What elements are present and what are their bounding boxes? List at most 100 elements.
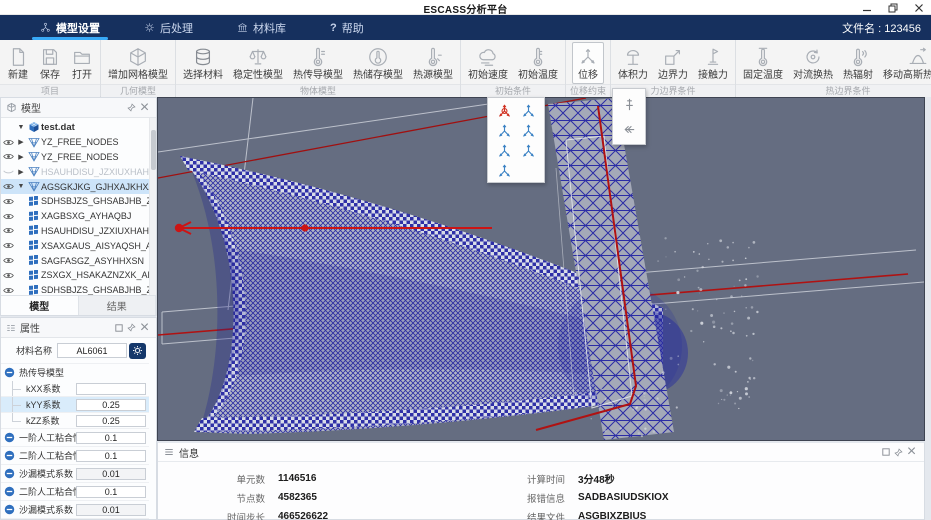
toolbar-button-open-folder[interactable]: 打开 [66,42,98,84]
toolbar-button-thermo-storage[interactable]: 热储存模型 [348,42,408,84]
property-row[interactable]: 二阶人工粘合性 [1,447,149,465]
property-value-input[interactable] [76,414,146,427]
property-row[interactable]: 二阶人工粘合性 [1,483,149,501]
toolbar-button-convection[interactable]: 对流换热 [788,42,838,84]
tree-root-row[interactable]: ▼ test.dat [1,120,149,135]
visibility-eye-icon[interactable] [1,256,16,265]
toolbar-button-thermo-conduct[interactable]: 热传导模型 [288,42,348,84]
expander-icon[interactable]: ▶ [16,168,26,176]
toolbar-button-material-layers[interactable]: 选择材料 [178,42,228,84]
toolbar-button-save[interactable]: 保存 [34,42,66,84]
toolbar-button-boundary-force[interactable]: 边界力 [653,42,693,84]
tree-item[interactable]: ZSXGX_HSAKAZNZXK_AHASX [1,268,149,283]
property-value-input[interactable] [76,449,146,462]
collapse-minus-icon[interactable] [4,486,15,497]
toolbar-button-thermo-source[interactable]: 热源模型 [408,42,458,84]
toolbar-button-initial-velocity[interactable]: 初始速度 [463,42,513,84]
visibility-eye-icon[interactable] [1,182,16,191]
tree-item[interactable]: ▼ AGSGKJKG_GJHXAJKHXA [1,179,149,194]
collapse-minus-icon[interactable] [4,468,15,479]
tree-scrollbar-thumb[interactable] [151,130,156,170]
tree-item[interactable]: ▶ HSAUHDISU_JZXIUXHAHX [1,164,149,179]
property-row[interactable]: 一阶人工粘合性 [1,429,149,447]
visibility-eye-icon[interactable] [1,167,16,176]
collapse-minus-icon[interactable] [4,450,15,461]
tree-item[interactable]: ▶ YZ_FREE_NODES [1,135,149,150]
menu-tab-material-library[interactable]: 材料库 [215,15,308,40]
restore-icon[interactable] [887,2,899,14]
property-value-input[interactable] [76,382,146,395]
visibility-eye-icon[interactable] [1,271,16,280]
tree-item[interactable]: HSAUHDISU_JZXIUXHAHX [1,224,149,239]
maximize-panel-icon[interactable] [112,321,125,334]
property-value-input[interactable] [76,398,146,411]
visibility-eye-icon[interactable] [1,241,16,250]
menu-tab-post-process[interactable]: 后处理 [122,15,215,40]
axis-constraint-5-icon[interactable] [492,141,516,161]
toolbar-button-initial-temperature[interactable]: 初始温度 [513,42,563,84]
pin-icon[interactable] [125,321,138,334]
property-group-row[interactable]: 热传导模型 [1,364,149,381]
tree-scrollbar[interactable] [149,118,156,295]
collapse-minus-icon[interactable] [4,504,15,515]
tree-item[interactable]: XSAXGAUS_AISYAQSH_ASHX [1,238,149,253]
visibility-eye-icon[interactable] [1,226,16,235]
contact-pin-icon[interactable] [622,94,637,114]
visibility-eye-icon[interactable] [1,138,16,147]
axis-constraint-3-icon[interactable] [492,121,516,141]
close-icon[interactable] [913,2,925,14]
tree-item[interactable]: SAGFASGZ_ASYHHXSN [1,253,149,268]
pin-icon[interactable] [892,446,905,459]
menu-tab-model-settings[interactable]: 模型设置 [18,15,122,40]
axis-constraint-6-icon[interactable] [516,141,540,161]
tree-item[interactable]: SDHSBJZS_GHSABJHB_ZAHU [1,283,149,295]
property-value-input[interactable] [76,467,146,480]
toolbar-button-displacement-axis[interactable]: 位移 [572,42,604,84]
toolbar-button-radiation[interactable]: 热辐射 [838,42,878,84]
axis-constraint-2-icon[interactable] [516,101,540,121]
tree-item[interactable]: ▶ YZ_FREE_NODES [1,150,149,165]
sidebar-tab-0[interactable]: 模型 [1,296,79,315]
visibility-eye-icon[interactable] [1,212,16,221]
contact-arrow-icon[interactable] [622,119,637,139]
expander-icon[interactable]: ▶ [16,138,26,146]
sidebar-tab-1[interactable]: 结果 [78,296,156,315]
collapse-minus-icon[interactable] [4,432,15,443]
tree-item[interactable]: XAGBSXG_AYHAQBJ [1,209,149,224]
axis-constraint-4-icon[interactable] [516,121,540,141]
property-row[interactable]: 沙漏模式系数 [1,501,149,519]
visibility-eye-icon[interactable] [1,286,16,295]
visibility-eye-icon[interactable] [1,197,16,206]
property-row[interactable]: kYY系数 [1,397,149,413]
property-row[interactable]: 沙漏模式系数 [1,465,149,483]
close-panel-icon[interactable]: × [138,319,151,336]
toolbar-button-mesh-cube[interactable]: 增加网格模型 [103,42,173,84]
toolbar-button-stability-scale[interactable]: 稳定性模型 [228,42,288,84]
axis-constraint-1-icon[interactable] [492,101,516,121]
material-name-input[interactable] [57,343,127,358]
pin-icon[interactable] [125,101,138,114]
property-row[interactable]: kXX系数 [1,381,149,397]
toolbar-button-new-file[interactable]: 新建 [2,42,34,84]
maximize-panel-icon[interactable] [879,446,892,459]
material-settings-button[interactable] [129,342,146,359]
close-panel-icon[interactable]: × [905,443,918,460]
expander-icon[interactable]: ▼ [16,124,26,131]
property-value-input[interactable] [76,485,146,498]
toolbar-button-body-force[interactable]: 体积力 [613,42,653,84]
expander-icon[interactable]: ▼ [16,183,26,190]
tree-item[interactable]: SDHSBJZS_GHSABJHB_ZAHU [1,194,149,209]
property-row[interactable]: kZZ系数 [1,413,149,429]
menu-tab-help[interactable]: ? 帮助 [308,15,386,40]
toolbar-button-gauss-flux[interactable]: 移动高斯热通量 [878,42,931,84]
visibility-eye-icon[interactable] [1,152,16,161]
property-value-input[interactable] [76,503,146,516]
minimize-icon[interactable] [861,2,873,14]
toolbar-button-contact-force[interactable]: 接触力 [693,42,733,84]
property-value-input[interactable] [76,431,146,444]
axis-constraint-7-icon[interactable] [492,161,516,181]
expander-icon[interactable]: ▶ [16,153,26,161]
collapse-minus-icon[interactable] [4,367,15,378]
close-panel-icon[interactable]: × [138,99,151,116]
toolbar-button-fixed-temperature[interactable]: 固定温度 [738,42,788,84]
